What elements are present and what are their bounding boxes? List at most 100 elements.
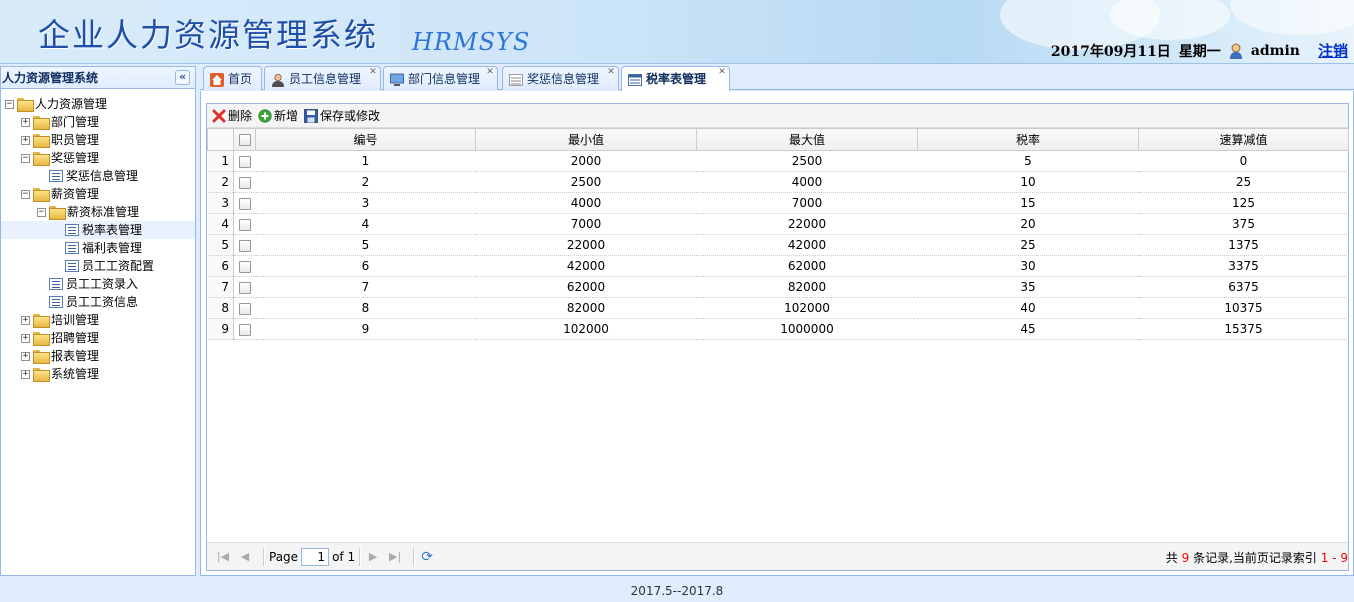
- tree-node-root[interactable]: − 人力资源管理: [1, 95, 195, 113]
- table-row[interactable]: 1 1 2000 2500 5 0: [207, 150, 1349, 172]
- table-cell: 2: [255, 171, 476, 193]
- table-cell: 2000: [475, 150, 697, 172]
- table-row[interactable]: 8 8 82000 102000 40 10375: [207, 297, 1349, 319]
- expand-icon[interactable]: +: [21, 315, 30, 325]
- table-row[interactable]: 9 9 102000 1000000 45 15375: [207, 318, 1349, 340]
- row-checkbox[interactable]: [238, 281, 251, 294]
- row-number: 8: [207, 297, 234, 319]
- row-checkbox[interactable]: [238, 218, 251, 231]
- tree-node-label: 招聘管理: [51, 331, 100, 345]
- collapse-icon[interactable]: −: [21, 189, 30, 199]
- tree-node-report[interactable]: + 报表管理: [1, 347, 195, 365]
- next-page-icon[interactable]: ▶: [365, 549, 381, 565]
- column-header-rate[interactable]: 税率: [917, 128, 1139, 151]
- folder-icon: [33, 350, 50, 364]
- page-total-label: of 1: [332, 549, 356, 564]
- tree-node-salary-std[interactable]: − 薪资标准管理: [1, 203, 195, 221]
- table-cell: 62000: [696, 255, 918, 277]
- column-header-max[interactable]: 最大值: [696, 128, 918, 151]
- tree-node-recruit[interactable]: + 招聘管理: [1, 329, 195, 347]
- add-button[interactable]: 新增: [258, 107, 298, 124]
- tree-node-reward-info[interactable]: 奖惩信息管理: [1, 167, 195, 185]
- table-cell: 2500: [696, 150, 918, 172]
- table-row[interactable]: 5 5 22000 42000 25 1375: [207, 234, 1349, 256]
- tree-node-label: 报表管理: [51, 349, 100, 363]
- row-checkbox[interactable]: [238, 176, 251, 189]
- expand-icon[interactable]: +: [21, 351, 30, 361]
- page-number-input[interactable]: [301, 547, 330, 566]
- first-page-icon[interactable]: |◀: [215, 549, 231, 565]
- table-row[interactable]: 7 7 62000 82000 35 6375: [207, 276, 1349, 298]
- table-cell: 20: [917, 213, 1139, 235]
- tree-node-welfare[interactable]: 福利表管理: [1, 239, 195, 257]
- add-icon: [258, 108, 272, 123]
- pager-separator: [413, 547, 416, 566]
- close-icon[interactable]: ✕: [606, 68, 616, 78]
- tree-node-wage-info[interactable]: 员工工资信息: [1, 293, 195, 311]
- row-checkbox[interactable]: [238, 302, 251, 315]
- tab-dept-info[interactable]: 部门信息管理 ✕: [383, 66, 498, 90]
- tab-home[interactable]: 首页: [203, 66, 262, 90]
- tree-node-system[interactable]: + 系统管理: [1, 365, 195, 383]
- collapse-icon[interactable]: −: [5, 99, 14, 109]
- row-number: 1: [207, 150, 234, 172]
- table-row[interactable]: 2 2 2500 4000 10 25: [207, 171, 1349, 193]
- row-checkbox[interactable]: [238, 155, 251, 168]
- row-number: 3: [207, 192, 234, 214]
- column-header-deduction[interactable]: 速算减值: [1138, 128, 1349, 151]
- tree-node-dept[interactable]: + 部门管理: [1, 113, 195, 131]
- collapse-icon[interactable]: −: [21, 153, 30, 163]
- save-button[interactable]: 保存或修改: [304, 107, 380, 124]
- tree-node-tax[interactable]: 税率表管理: [1, 221, 195, 239]
- table-cell: 82000: [696, 276, 918, 298]
- expand-icon[interactable]: +: [21, 135, 30, 145]
- row-checkbox[interactable]: [238, 197, 251, 210]
- sidebar-panel: 人力资源管理系统 « − 人力资源管理 + 部门管理 + 职员管理 − 奖惩管理 奖惩信…: [0, 66, 196, 576]
- last-page-icon[interactable]: ▶|: [387, 549, 403, 565]
- tab-employee-info[interactable]: 员工信息管理 ✕: [264, 66, 381, 90]
- delete-icon: [212, 109, 226, 123]
- tree-node-label: 部门管理: [51, 115, 100, 129]
- tab-label: 税率表管理: [646, 72, 707, 86]
- current-date: 2017年09月11日: [1050, 43, 1171, 60]
- column-header-id[interactable]: 编号: [255, 128, 476, 151]
- collapse-sidebar-button[interactable]: «: [175, 70, 190, 85]
- expand-icon[interactable]: +: [21, 333, 30, 343]
- tab-tax-table[interactable]: 税率表管理 ✕: [621, 66, 730, 91]
- select-all-checkbox[interactable]: [238, 134, 251, 146]
- table-row[interactable]: 6 6 42000 62000 30 3375: [207, 255, 1349, 277]
- expand-icon[interactable]: +: [21, 369, 30, 379]
- table-row[interactable]: 4 4 7000 22000 20 375: [207, 213, 1349, 235]
- tree-node-label: 培训管理: [51, 313, 100, 327]
- tab-reward-info[interactable]: 奖惩信息管理 ✕: [502, 66, 619, 90]
- tree-node-salary[interactable]: − 薪资管理: [1, 185, 195, 203]
- delete-button[interactable]: 删除: [212, 107, 252, 124]
- row-checkbox-cell: [233, 255, 256, 277]
- table-row[interactable]: 3 3 4000 7000 15 125: [207, 192, 1349, 214]
- close-icon[interactable]: ✕: [485, 68, 495, 78]
- page-icon: [49, 170, 63, 182]
- close-icon[interactable]: ✕: [368, 68, 378, 78]
- collapse-icon[interactable]: −: [37, 207, 46, 217]
- tree-node-reward[interactable]: − 奖惩管理: [1, 149, 195, 167]
- row-checkbox[interactable]: [238, 239, 251, 252]
- tree-node-label: 薪资标准管理: [67, 205, 140, 219]
- close-icon[interactable]: ✕: [717, 68, 727, 78]
- tab-label: 奖惩信息管理: [527, 71, 600, 86]
- tree-node-train[interactable]: + 培训管理: [1, 311, 195, 329]
- current-weekday: 星期一: [1178, 43, 1221, 60]
- row-checkbox-cell: [233, 297, 256, 319]
- logout-link[interactable]: 注销: [1318, 40, 1348, 61]
- row-checkbox[interactable]: [238, 323, 251, 336]
- row-checkbox[interactable]: [238, 260, 251, 273]
- page-icon: [65, 260, 79, 272]
- tree-node-staff[interactable]: + 职员管理: [1, 131, 195, 149]
- expand-icon[interactable]: +: [21, 117, 30, 127]
- column-header-min[interactable]: 最小值: [475, 128, 697, 151]
- refresh-icon[interactable]: ⟳: [419, 549, 435, 565]
- tree-node-wage-config[interactable]: 员工工资配置: [1, 257, 195, 275]
- prev-page-icon[interactable]: ◀: [237, 549, 253, 565]
- tree-node-wage-input[interactable]: 员工工资录入: [1, 275, 195, 293]
- table-cell: 375: [1138, 213, 1349, 235]
- row-number: 7: [207, 276, 234, 298]
